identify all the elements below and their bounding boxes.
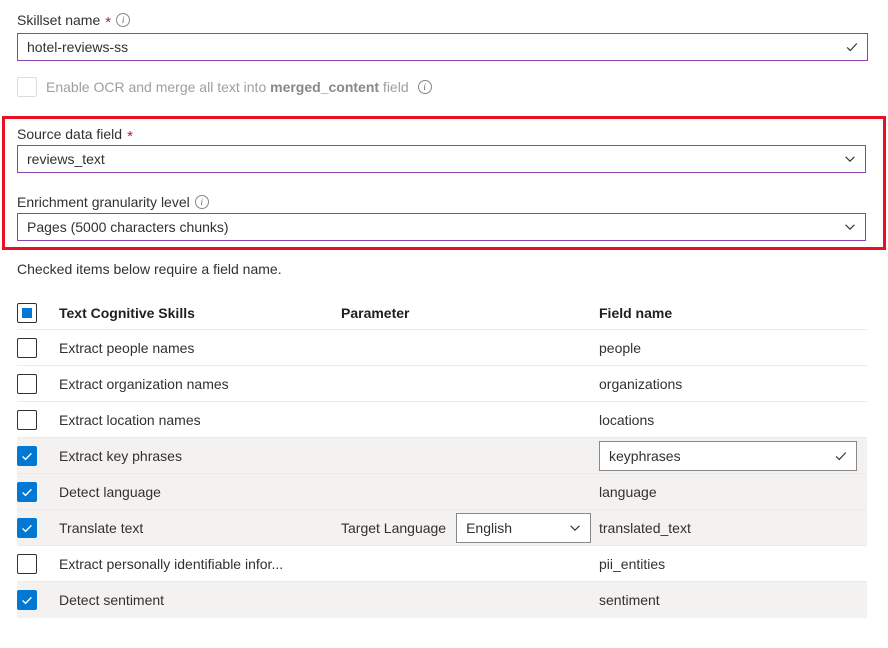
row-checkbox-checked[interactable] (17, 446, 37, 466)
row-checkbox-cell[interactable] (17, 410, 59, 430)
ocr-text-before: Enable OCR and merge all text into (46, 79, 270, 95)
row-checkbox-cell[interactable] (17, 374, 59, 394)
table-row[interactable]: Extract location names locations (17, 402, 867, 438)
row-skill-name: Extract people names (59, 340, 341, 356)
info-icon[interactable]: i (116, 13, 130, 27)
table-header-row: Text Cognitive Skills Parameter Field na… (17, 296, 867, 330)
enrichment-granularity-value: Pages (5000 characters chunks) (27, 219, 843, 235)
field-name-text: pii_entities (599, 556, 665, 572)
row-field-name-cell: translated_text (599, 520, 867, 536)
skillset-name-value: hotel-reviews-ss (27, 39, 845, 55)
row-field-name-cell: organizations (599, 376, 867, 392)
field-name-text: language (599, 484, 657, 500)
info-icon[interactable]: i (418, 80, 432, 94)
row-skill-name: Extract key phrases (59, 448, 341, 464)
enrichment-granularity-dropdown[interactable]: Pages (5000 characters chunks) (17, 213, 866, 241)
row-checkbox-unchecked[interactable] (17, 554, 37, 574)
row-field-name-cell: people (599, 340, 867, 356)
chevron-down-icon (843, 220, 857, 234)
source-data-field-label: Source data field * (17, 124, 133, 144)
skills-table: Text Cognitive Skills Parameter Field na… (17, 296, 867, 618)
indeterminate-square (22, 308, 32, 318)
checkmark-icon (20, 449, 34, 463)
target-language-select[interactable]: English (456, 513, 591, 543)
source-data-field-label-text: Source data field (17, 124, 122, 144)
helper-text: Checked items below require a field name… (17, 261, 282, 277)
row-skill-name: Detect language (59, 484, 341, 500)
header-field-name: Field name (599, 305, 867, 321)
table-row[interactable]: Extract organization names organizations (17, 366, 867, 402)
enrichment-granularity-label: Enrichment granularity level i (17, 192, 209, 212)
ocr-text-bold: merged_content (270, 79, 379, 95)
target-language-value: English (466, 520, 568, 536)
select-all-checkbox[interactable] (17, 303, 37, 323)
field-name-value: keyphrases (609, 448, 834, 464)
table-row[interactable]: Extract key phrases keyphrases (17, 438, 867, 474)
checkmark-icon (834, 449, 848, 463)
skillset-name-label-text: Skillset name (17, 10, 100, 30)
required-asterisk: * (127, 129, 133, 144)
row-field-name-cell: language (599, 484, 867, 500)
enable-ocr-checkbox[interactable] (17, 77, 37, 97)
select-all-cell[interactable] (17, 303, 59, 323)
enable-ocr-row[interactable]: Enable OCR and merge all text into merge… (17, 77, 432, 97)
row-parameter-cell: Target Language English (341, 513, 599, 543)
row-checkbox-unchecked[interactable] (17, 374, 37, 394)
chevron-down-icon (843, 152, 857, 166)
row-field-name-cell: sentiment (599, 592, 867, 608)
row-skill-name: Extract personally identifiable infor... (59, 556, 341, 572)
row-checkbox-cell[interactable] (17, 590, 59, 610)
enrichment-granularity-label-text: Enrichment granularity level (17, 192, 190, 212)
checkmark-icon (20, 485, 34, 499)
row-checkbox-cell[interactable] (17, 446, 59, 466)
row-skill-name: Extract location names (59, 412, 341, 428)
field-name-text: translated_text (599, 520, 691, 536)
skillset-name-label: Skillset name * i (17, 10, 130, 30)
table-row[interactable]: Translate textTarget Language English tran… (17, 510, 867, 546)
info-icon[interactable]: i (195, 195, 209, 209)
checkmark-icon (20, 593, 34, 607)
checkmark-icon (20, 521, 34, 535)
row-field-name-cell[interactable]: keyphrases (599, 441, 867, 471)
row-checkbox-checked[interactable] (17, 518, 37, 538)
row-checkbox-checked[interactable] (17, 590, 37, 610)
source-data-field-dropdown[interactable]: reviews_text (17, 145, 866, 173)
row-skill-name: Extract organization names (59, 376, 341, 392)
row-checkbox-cell[interactable] (17, 338, 59, 358)
field-name-input[interactable]: keyphrases (599, 441, 857, 471)
required-asterisk: * (105, 15, 111, 30)
chevron-down-icon (568, 521, 582, 535)
table-row[interactable]: Extract people names people (17, 330, 867, 366)
field-name-text: organizations (599, 376, 682, 392)
row-field-name-cell: locations (599, 412, 867, 428)
field-name-text: sentiment (599, 592, 660, 608)
row-checkbox-cell[interactable] (17, 482, 59, 502)
row-checkbox-unchecked[interactable] (17, 410, 37, 430)
table-row[interactable]: Detect language language (17, 474, 867, 510)
row-skill-name: Translate text (59, 520, 341, 536)
field-name-text: locations (599, 412, 654, 428)
row-field-name-cell: pii_entities (599, 556, 867, 572)
row-checkbox-checked[interactable] (17, 482, 37, 502)
ocr-text-after: field (379, 79, 409, 95)
table-row[interactable]: Detect sentiment sentiment (17, 582, 867, 618)
row-checkbox-unchecked[interactable] (17, 338, 37, 358)
header-skills: Text Cognitive Skills (59, 305, 341, 321)
source-data-field-value: reviews_text (27, 151, 843, 167)
row-parameter-label: Target Language (341, 520, 446, 536)
row-checkbox-cell[interactable] (17, 554, 59, 574)
header-parameter: Parameter (341, 305, 599, 321)
enable-ocr-label: Enable OCR and merge all text into merge… (46, 79, 409, 95)
row-skill-name: Detect sentiment (59, 592, 341, 608)
skillset-name-input[interactable]: hotel-reviews-ss (17, 33, 868, 61)
checkmark-icon (845, 40, 859, 54)
table-row[interactable]: Extract personally identifiable infor...… (17, 546, 867, 582)
row-checkbox-cell[interactable] (17, 518, 59, 538)
field-name-text: people (599, 340, 641, 356)
